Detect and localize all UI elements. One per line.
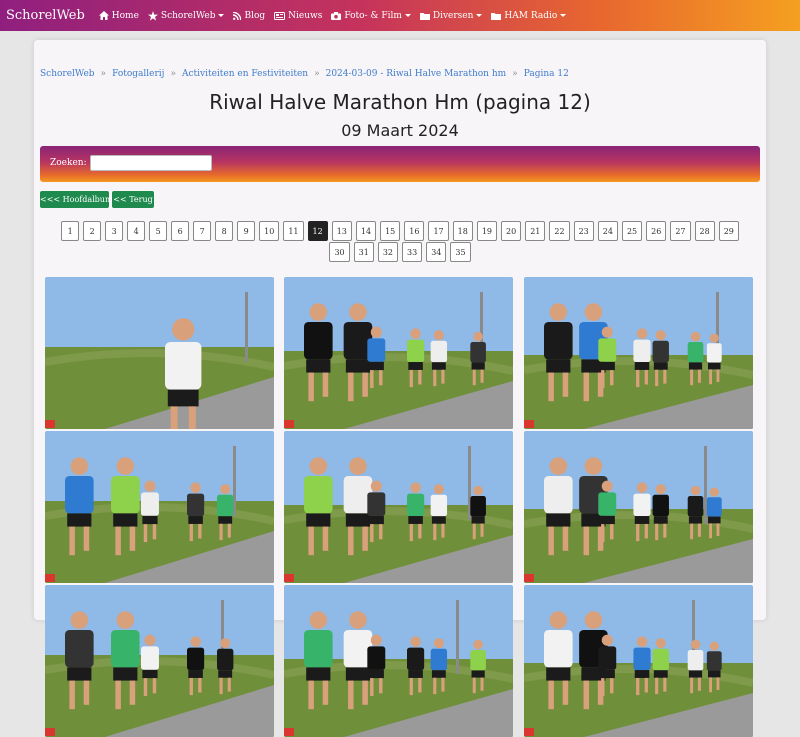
page-button[interactable]: 13 xyxy=(331,221,352,241)
page-button[interactable]: 31 xyxy=(353,242,374,262)
nav-schorelweb-label: SchorelWeb xyxy=(160,10,216,21)
search-label: Zoeken: xyxy=(50,158,87,168)
chevron-down-icon xyxy=(476,14,483,17)
breadcrumb-item[interactable]: Fotogallerij xyxy=(112,69,164,79)
chevron-down-icon xyxy=(218,14,225,17)
top-navbar: SchorelWeb Home SchorelWeb Blog Nieuws F… xyxy=(0,0,800,31)
page-button[interactable]: 28 xyxy=(694,221,715,241)
page-button[interactable]: 3 xyxy=(105,221,124,241)
folder-icon xyxy=(491,12,502,20)
search-input[interactable] xyxy=(90,155,212,171)
nav-home[interactable]: Home xyxy=(98,10,139,21)
breadcrumb: SchorelWeb » Fotogallerij » Activiteiten… xyxy=(40,68,569,80)
page-button[interactable]: 30 xyxy=(329,242,350,262)
page-button[interactable]: 2 xyxy=(83,221,102,241)
page-button[interactable]: 22 xyxy=(549,221,570,241)
main-album-button[interactable]: <<< Hoofdalbum xyxy=(40,191,113,208)
chevron-down-icon xyxy=(560,14,567,17)
page-button[interactable]: 1 xyxy=(61,221,80,241)
page-button[interactable]: 19 xyxy=(476,221,497,241)
breadcrumb-separator: » xyxy=(170,69,176,79)
camera-icon xyxy=(331,11,342,20)
breadcrumb-separator: » xyxy=(314,69,320,79)
newspaper-icon xyxy=(274,11,286,20)
gallery-photo[interactable] xyxy=(284,431,513,583)
page-button[interactable]: 33 xyxy=(402,242,423,262)
breadcrumb-item[interactable]: 2024-03-09 - Riwal Halve Marathon hm xyxy=(326,69,507,79)
page-button[interactable]: 23 xyxy=(573,221,594,241)
nav-foto-film-dropdown[interactable]: Foto- & Film xyxy=(331,11,411,21)
breadcrumb-item-current[interactable]: Pagina 12 xyxy=(524,69,569,79)
page-title: Riwal Halve Marathon Hm (pagina 12) xyxy=(209,90,591,114)
page-button[interactable]: 11 xyxy=(283,221,304,241)
chevron-down-icon xyxy=(404,14,411,17)
page-button[interactable]: 25 xyxy=(621,221,643,241)
page-button-current[interactable]: 12 xyxy=(307,221,328,241)
nav-blog[interactable]: Blog xyxy=(233,11,265,21)
page-button[interactable]: 10 xyxy=(259,221,280,241)
page-button[interactable]: 4 xyxy=(127,221,146,241)
page-button[interactable]: 34 xyxy=(426,242,447,262)
nav-foto-film-label: Foto- & Film xyxy=(344,10,402,21)
page-button[interactable]: 21 xyxy=(525,221,546,241)
gallery-photo[interactable] xyxy=(45,585,274,737)
page-button[interactable]: 16 xyxy=(404,221,425,241)
nav-nieuws-label: Nieuws xyxy=(288,10,323,21)
page-button[interactable]: 14 xyxy=(355,221,377,241)
pagination-row: 1 2 3 4 5 6 7 8 9 10 11 12 13 14 15 16 17 18 19 20 21 22 23 24 2… xyxy=(40,221,760,241)
gallery-photo[interactable] xyxy=(284,585,513,737)
gallery-photo[interactable] xyxy=(45,431,274,583)
page-date: 09 Maart 2024 xyxy=(341,121,459,140)
page-button[interactable]: 27 xyxy=(670,221,691,241)
search-bar: Zoeken: xyxy=(40,146,760,182)
breadcrumb-separator: » xyxy=(512,69,518,79)
pagination: 1 2 3 4 5 6 7 8 9 10 11 12 13 14 15 16 17 18 19 20 21 22 23 24 2… xyxy=(40,221,760,263)
breadcrumb-item[interactable]: Activiteiten en Festiviteiten xyxy=(182,69,308,79)
page-button[interactable]: 26 xyxy=(646,221,667,241)
page-button[interactable]: 18 xyxy=(452,221,473,241)
gallery-photo[interactable] xyxy=(524,277,753,429)
home-icon xyxy=(98,11,109,20)
gallery-photo[interactable] xyxy=(524,431,753,583)
nav-diversen-dropdown[interactable]: Diversen xyxy=(419,10,483,21)
gallery-photo[interactable] xyxy=(45,277,274,429)
page-button[interactable]: 20 xyxy=(501,221,522,241)
nav-nieuws[interactable]: Nieuws xyxy=(274,11,322,21)
nav-home-label: Home xyxy=(111,10,139,21)
back-button[interactable]: << Terug xyxy=(112,191,154,208)
page-button[interactable]: 29 xyxy=(718,221,739,241)
page-button[interactable]: 15 xyxy=(380,221,401,241)
page-button[interactable]: 5 xyxy=(149,221,168,241)
gallery-photo[interactable] xyxy=(524,585,753,737)
rss-icon xyxy=(233,11,242,20)
gallery-photo[interactable] xyxy=(284,277,513,429)
nav-diversen-label: Diversen xyxy=(432,10,474,21)
page-button[interactable]: 7 xyxy=(193,221,212,241)
breadcrumb-item[interactable]: SchorelWeb xyxy=(40,69,95,79)
page-button[interactable]: 8 xyxy=(215,221,234,241)
page-button[interactable]: 32 xyxy=(377,242,398,262)
page-button[interactable]: 6 xyxy=(171,221,190,241)
nav-ham-radio-dropdown[interactable]: HAM Radio xyxy=(491,10,567,21)
page-button[interactable]: 24 xyxy=(597,221,618,241)
pagination-row: 30 31 32 33 34 35 xyxy=(40,242,760,262)
nav-ham-radio-label: HAM Radio xyxy=(504,10,558,21)
page-button[interactable]: 17 xyxy=(428,221,449,241)
star-icon xyxy=(147,10,158,21)
nav-blog-label: Blog xyxy=(244,10,266,21)
page-button[interactable]: 35 xyxy=(450,242,471,262)
brand-link[interactable]: SchorelWeb xyxy=(6,8,85,23)
breadcrumb-separator: » xyxy=(100,69,107,79)
folder-icon xyxy=(419,12,430,20)
nav-schorelweb-dropdown[interactable]: SchorelWeb xyxy=(147,10,225,21)
page-button[interactable]: 9 xyxy=(237,221,256,241)
